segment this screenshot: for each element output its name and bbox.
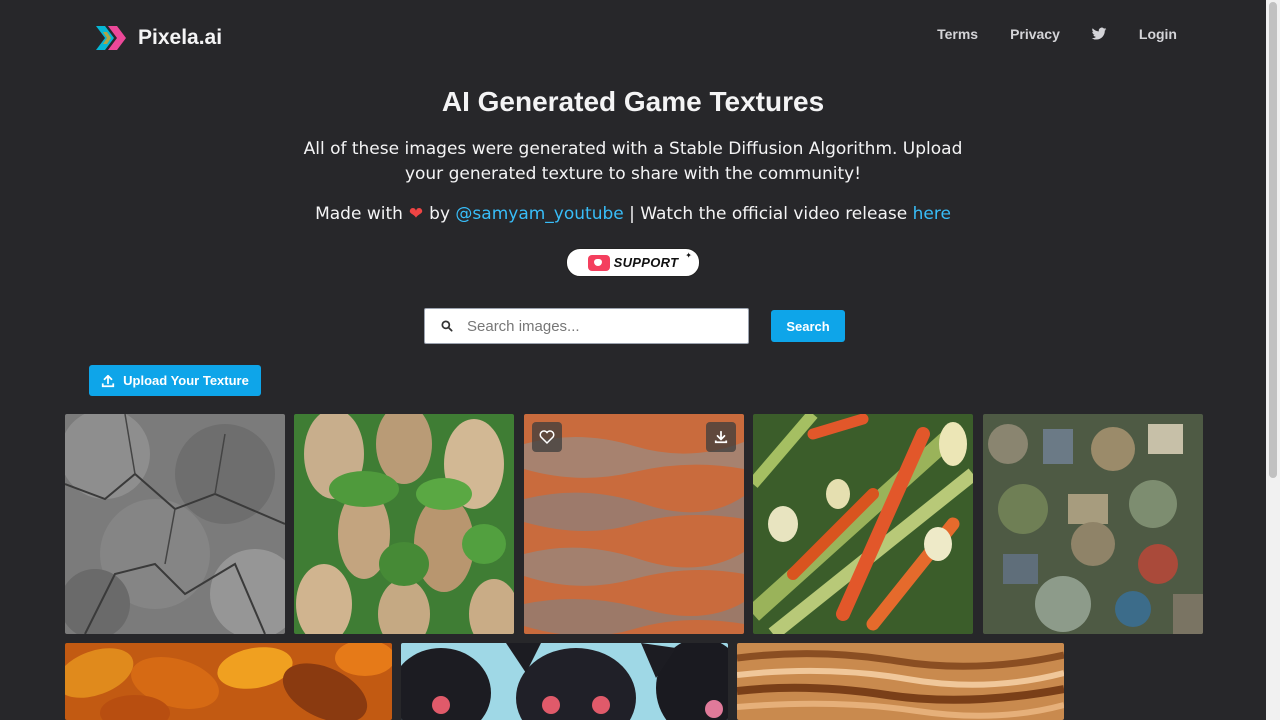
wood-texture-image xyxy=(737,643,1064,720)
author-handle-link[interactable]: @samyam_youtube xyxy=(455,204,623,224)
search-button[interactable]: Search xyxy=(771,310,845,342)
nav-terms-link[interactable]: Terms xyxy=(937,26,978,42)
texture-tile-stone[interactable] xyxy=(65,414,285,634)
texture-tile-junk[interactable] xyxy=(983,414,1203,634)
upload-label: Upload Your Texture xyxy=(123,373,249,388)
brand-logo[interactable]: Pixela.ai xyxy=(94,22,222,54)
nav-links: Terms Privacy Login xyxy=(937,26,1177,42)
support-label: SUPPORT xyxy=(613,255,679,270)
texture-tile-vegetables[interactable] xyxy=(753,414,973,634)
kofi-cup-icon xyxy=(587,254,610,271)
credits-video-text: | Watch the official video release xyxy=(629,204,908,224)
texture-tile-creatures[interactable] xyxy=(401,643,728,720)
texture-tile-wood[interactable] xyxy=(737,643,1064,720)
sparkle-icon: ✦ xyxy=(685,251,692,260)
cliffs-texture-image xyxy=(294,414,514,634)
brand-name: Pixela.ai xyxy=(138,26,223,49)
twitter-icon[interactable] xyxy=(1091,26,1107,42)
nav-login-link[interactable]: Login xyxy=(1139,26,1177,42)
scrollbar-thumb[interactable] xyxy=(1269,2,1277,478)
creatures-texture-image xyxy=(401,643,728,720)
vegetables-texture-image xyxy=(753,414,973,634)
top-navbar: Pixela.ai Terms Privacy Login xyxy=(0,0,1266,76)
favorite-button[interactable] xyxy=(532,422,562,452)
credits-line: Made with ❤ by @samyam_youtube | Watch the… xyxy=(0,204,1266,224)
video-release-link[interactable]: here xyxy=(913,204,951,224)
leaves-texture-image xyxy=(65,643,392,720)
texture-tile-cliffs[interactable] xyxy=(294,414,514,634)
credits-by: by xyxy=(429,204,451,224)
download-icon xyxy=(714,430,728,444)
texture-tile-sand[interactable] xyxy=(524,414,744,634)
heart-icon: ❤ xyxy=(408,204,424,224)
page-description: All of these images were generated with … xyxy=(303,139,963,184)
credits-prefix: Made with xyxy=(315,204,403,224)
upload-icon xyxy=(102,374,115,387)
junk-texture-image xyxy=(983,414,1203,634)
page-scrollbar[interactable] xyxy=(1266,0,1280,720)
search-input[interactable] xyxy=(465,316,739,336)
support-button[interactable]: SUPPORT ✦ xyxy=(566,248,700,277)
download-button[interactable] xyxy=(706,422,736,452)
texture-tile-leaves[interactable] xyxy=(65,643,392,720)
stone-texture-image xyxy=(65,414,285,634)
search-box[interactable] xyxy=(424,308,749,344)
upload-texture-button[interactable]: Upload Your Texture xyxy=(89,365,261,396)
search-icon xyxy=(441,320,453,332)
page-title: AI Generated Game Textures xyxy=(441,86,825,117)
heart-outline-icon xyxy=(539,430,555,445)
pixela-logo-icon xyxy=(96,26,126,50)
nav-privacy-link[interactable]: Privacy xyxy=(1010,26,1060,42)
